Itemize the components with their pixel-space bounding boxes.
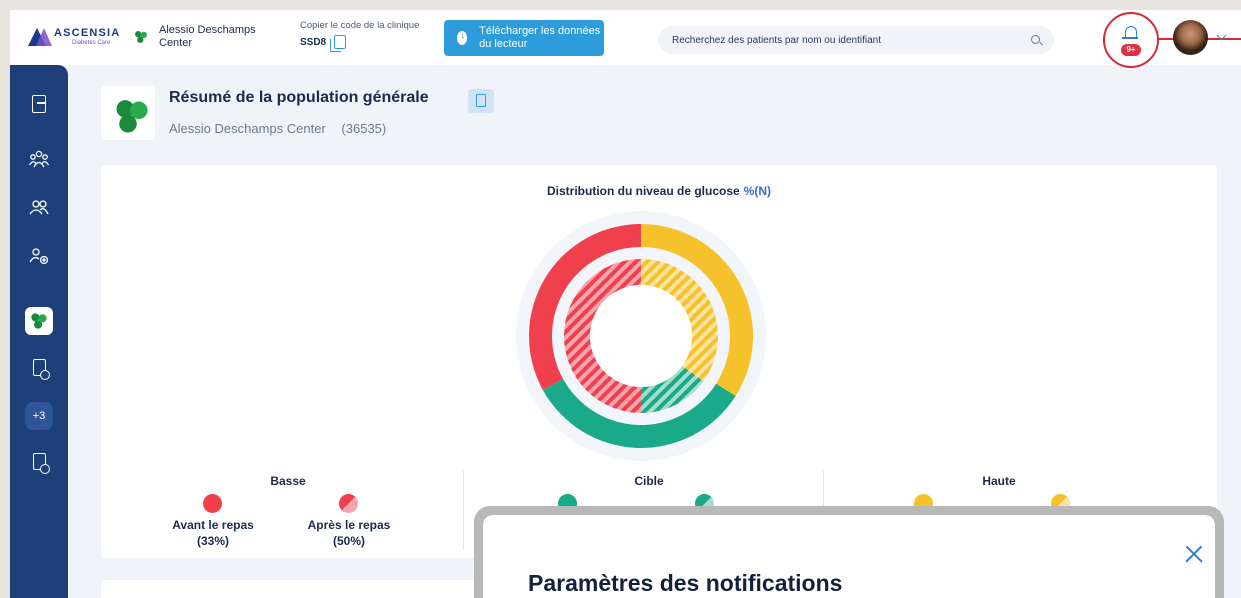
legend-low-title: Basse: [270, 474, 306, 488]
legend-divider: [463, 470, 464, 550]
bell-icon: [1122, 26, 1138, 39]
low-before-meal-dot: [203, 494, 222, 513]
clinic-clover-logo: [116, 100, 148, 133]
download-button-label: Télécharger les données du lecteur: [479, 25, 601, 50]
app-window: ASCENSIA Diabetes Care Alessio Deschamps…: [10, 10, 1241, 598]
sidebar: +3: [10, 65, 68, 598]
ascensia-logo-icon: [28, 28, 52, 46]
modal-title: Paramètres des notifications: [528, 570, 843, 596]
chart-unit: %(N): [743, 184, 771, 198]
clinic-name: Alessio Deschamps Center: [159, 24, 256, 49]
clinic-subtitle: Alessio Deschamps Center (36535): [169, 121, 386, 136]
more-badge: +3: [32, 410, 46, 422]
close-icon[interactable]: [1183, 543, 1205, 565]
low-before-meal-label: Avant le repas (33%): [153, 517, 273, 549]
legend-target-title: Cible: [634, 474, 664, 488]
copy-code-label: Copier le code de la clinique: [300, 20, 420, 31]
top-header: ASCENSIA Diabetes Care Alessio Deschamps…: [10, 10, 1241, 68]
low-after-meal-dot: [339, 494, 358, 513]
sidebar-item-patients[interactable]: [25, 193, 53, 221]
ascensia-logo[interactable]: ASCENSIA Diabetes Care: [28, 28, 120, 47]
clinic-clover-icon: [31, 313, 47, 329]
clinic-selector[interactable]: Alessio Deschamps Center: [134, 24, 279, 50]
low-after-meal-value: (50%): [332, 534, 365, 548]
low-before-meal-text: Avant le repas: [172, 518, 254, 532]
notification-settings-modal: Paramètres des notifications: [483, 515, 1215, 598]
chart-title: Distribution du niveau de glucose: [546, 184, 740, 198]
exit-icon: [32, 95, 46, 113]
patients-icon: [29, 200, 49, 215]
clinic-code: SSD8: [300, 36, 327, 48]
report-button[interactable]: [468, 89, 494, 113]
download-icon: [457, 30, 468, 45]
sidebar-item-more[interactable]: +3: [25, 402, 53, 430]
sidebar-item-population[interactable]: [25, 145, 53, 173]
search-icon[interactable]: [1031, 35, 1040, 44]
low-after-meal-label: Après le repas (50%): [289, 517, 409, 549]
chart-title-wrap: Distribution du niveau de glucose %(N): [101, 184, 1217, 198]
sidebar-item-add-report[interactable]: [25, 447, 53, 475]
low-before-meal-value: (33%): [196, 534, 229, 548]
clover-icon: [135, 31, 147, 43]
donut-hole: [590, 285, 692, 387]
population-icon: [29, 150, 49, 168]
legend-high-title: Haute: [982, 474, 1016, 488]
sidebar-item-clinic[interactable]: [25, 307, 53, 335]
sidebar-item-report-settings[interactable]: [25, 353, 53, 381]
glucose-donut-chart: [516, 211, 766, 461]
add-patient-icon: [29, 248, 49, 265]
clinic-logo-card: [101, 86, 155, 140]
sidebar-item-exit[interactable]: [25, 90, 53, 118]
glucose-distribution-card: Distribution du niveau de glucose %(N) B…: [101, 165, 1217, 558]
clinic-subtitle-name: Alessio Deschamps Center: [169, 121, 326, 136]
page-title: Résumé de la population générale: [169, 89, 429, 106]
notifications-highlight[interactable]: 9+: [1103, 12, 1159, 68]
report-icon: [476, 94, 486, 107]
download-reader-data-button[interactable]: Télécharger les données du lecteur: [444, 20, 604, 56]
brand-name: ASCENSIA: [54, 27, 121, 39]
patient-search: [658, 26, 1054, 54]
copy-clinic-code: Copier le code de la clinique SSD8: [300, 20, 420, 52]
add-report-icon: [32, 452, 50, 474]
sidebar-item-add-patient[interactable]: [25, 242, 53, 270]
user-avatar[interactable]: [1173, 20, 1208, 55]
brand-sub: Diabetes Care: [72, 40, 111, 46]
low-after-meal-text: Après le repas: [307, 518, 391, 532]
report-settings-icon: [32, 358, 50, 380]
clinic-id: (36535): [341, 121, 387, 136]
notification-badge: 9+: [1121, 44, 1141, 56]
copy-icon[interactable]: [330, 35, 347, 52]
search-input[interactable]: [672, 26, 1012, 54]
